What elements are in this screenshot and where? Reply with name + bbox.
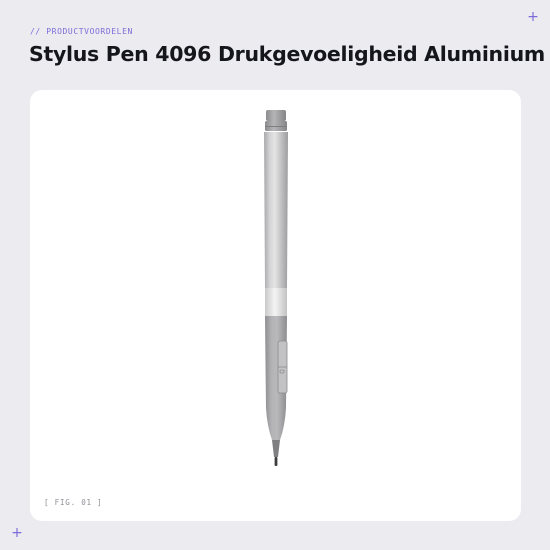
figure-caption: [ FIG. 01 ]: [44, 498, 103, 507]
stylus-pen-image: [264, 110, 288, 466]
pen-cap-top: [266, 110, 286, 121]
corner-plus-top-right-icon: +: [527, 9, 539, 25]
pen-tip: [272, 440, 280, 457]
pen-ring: [265, 288, 287, 316]
pen-barrel: [264, 132, 288, 288]
section-eyebrow: // PRODUCTVOORDELEN: [30, 27, 133, 36]
product-image-card: [ FIG. 01 ]: [30, 90, 521, 521]
page-title: Stylus Pen 4096 Drukgevoeligheid Alumini…: [29, 42, 545, 66]
corner-plus-bottom-left-icon: +: [11, 525, 23, 541]
